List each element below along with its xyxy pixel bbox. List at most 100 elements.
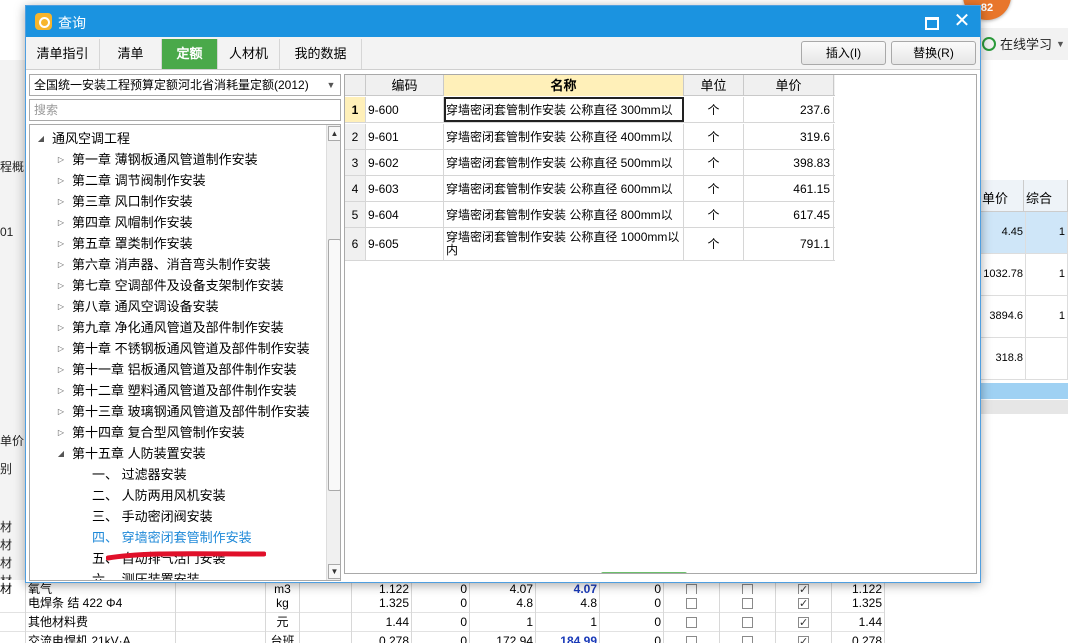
table-row[interactable]: 4 9-603 穿墙密闭套管制作安装 公称直径 600mm以内 个 461.15: [345, 176, 835, 202]
checkbox[interactable]: [798, 595, 809, 613]
tree-item-chapter[interactable]: ▷ 第九章 净化通风管道及部件制作安装: [30, 317, 326, 338]
checkbox[interactable]: [686, 598, 697, 610]
expand-icon[interactable]: ▷: [56, 380, 66, 401]
unit-cell: 台班: [266, 632, 300, 643]
quota-name: 穿墙密闭套管制作安装 公称直径 400mm以内: [444, 124, 684, 149]
tree-item-section[interactable]: 六、 测压装置安装: [30, 569, 326, 580]
tab-bar: 清单指引 清单 定额 人材机 我的数据 插入(I) 替换(R): [26, 37, 980, 70]
quota-name[interactable]: 穿墙密闭套管制作安装 公称直径 300mm以内: [444, 97, 684, 122]
bg-grid-row[interactable]: 1032.78 1: [980, 254, 1068, 296]
tree-item-section[interactable]: 二、 人防两用风机安装: [30, 485, 326, 506]
table-row[interactable]: 电焊条 结 422 Φ4 kg 1.325 0 4.8 4.8 0 1.325: [0, 594, 885, 613]
checkbox[interactable]: [798, 633, 809, 643]
quota-library-select[interactable]: 全国统一安装工程预算定额河北省消耗量定额(2012) ▼: [29, 74, 341, 96]
bg-grid-cell: 4.45: [980, 212, 1026, 253]
expand-icon[interactable]: ▷: [56, 422, 66, 443]
maximize-icon[interactable]: [924, 14, 939, 30]
value-cell: 0: [600, 632, 664, 643]
table-row[interactable]: 1 9-600 穿墙密闭套管制作安装 公称直径 300mm以内 个 237.6: [345, 97, 835, 123]
unit-cell: 元: [266, 613, 300, 632]
bg-grid-row[interactable]: 3894.6 1: [980, 296, 1068, 338]
collapse-icon[interactable]: ◢: [56, 443, 66, 464]
tree-item-chapter[interactable]: ▷ 第四章 风帽制作安装: [30, 212, 326, 233]
tab-bill[interactable]: 清单: [100, 39, 162, 69]
checkbox[interactable]: [686, 636, 697, 643]
expand-icon[interactable]: ▷: [56, 275, 66, 296]
table-row[interactable]: 3 9-602 穿墙密闭套管制作安装 公称直径 500mm以内 个 398.83: [345, 150, 835, 176]
value-cell: 1: [470, 613, 536, 632]
scrollbar-thumb[interactable]: [328, 239, 340, 491]
tree-item-chapter[interactable]: ▷ 第三章 风口制作安装: [30, 191, 326, 212]
checkbox[interactable]: [742, 617, 753, 629]
tree-item-chapter[interactable]: ▷ 第十一章 铝板通风管道及部件制作安装: [30, 359, 326, 380]
tree-item-chapter[interactable]: ▷ 第一章 薄钢板通风管道制作安装: [30, 149, 326, 170]
panel-expand-handle[interactable]: [601, 572, 687, 573]
bg-selection-bar: [980, 383, 1068, 399]
checkbox[interactable]: [686, 617, 697, 629]
expand-icon[interactable]: ▷: [56, 317, 66, 338]
quota-price: 617.45: [744, 202, 834, 227]
tree-item-chapter[interactable]: ▷ 第二章 调节阀制作安装: [30, 170, 326, 191]
tree-item-chapter[interactable]: ▷ 第八章 通风空调设备安装: [30, 296, 326, 317]
tree-item-section-selected[interactable]: 四、 穿墙密闭套管制作安装: [30, 527, 326, 548]
bg-grid-row[interactable]: 318.8: [980, 338, 1068, 380]
background-left-strip: 程概 01 单价 别 材 材 材 材 材 材: [0, 60, 26, 643]
tree-item-chapter[interactable]: ▷ 第十二章 塑料通风管道及部件制作安装: [30, 380, 326, 401]
checkbox[interactable]: [742, 636, 753, 643]
expand-icon[interactable]: ▷: [56, 254, 66, 275]
tree-item-chapter[interactable]: ▷ 第六章 消声器、消音弯头制作安装: [30, 254, 326, 275]
expand-icon[interactable]: ▷: [56, 338, 66, 359]
close-icon[interactable]: ✕: [952, 10, 972, 32]
quota-price: 319.6: [744, 124, 834, 149]
expand-icon[interactable]: ▷: [56, 212, 66, 233]
expand-icon[interactable]: ▷: [56, 149, 66, 170]
table-row[interactable]: 5 9-604 穿墙密闭套管制作安装 公称直径 800mm以内 个 617.45: [345, 202, 835, 228]
tree-item-chapter[interactable]: ◢ 第十五章 人防装置安装: [30, 443, 326, 464]
table-row[interactable]: 6 9-605 穿墙密闭套管制作安装 公称直径 1000mm以内 个 791.1: [345, 228, 835, 261]
tab-bill-guide[interactable]: 清单指引: [26, 39, 100, 69]
expand-icon[interactable]: ▷: [56, 191, 66, 212]
bg-grid-row[interactable]: 4.45 1: [980, 212, 1068, 254]
badge-count: 82: [980, 2, 994, 14]
search-input[interactable]: 搜索: [29, 99, 341, 121]
tree-item-chapter[interactable]: ▷ 第十章 不锈钢板通风管道及部件制作安装: [30, 338, 326, 359]
tab-quota[interactable]: 定额: [162, 39, 218, 69]
tree-item-chapter[interactable]: ▷ 第十四章 复合型风管制作安装: [30, 422, 326, 443]
grid-header-unit[interactable]: 单位: [684, 75, 744, 96]
tree-item-section[interactable]: 三、 手动密闭阀安装: [30, 506, 326, 527]
insert-button[interactable]: 插入(I): [801, 41, 886, 65]
table-row[interactable]: 2 9-601 穿墙密闭套管制作安装 公称直径 400mm以内 个 319.6: [345, 124, 835, 150]
grid-header-code[interactable]: 编码: [366, 75, 444, 96]
value-cell: 1: [536, 613, 600, 632]
checkbox[interactable]: [798, 614, 809, 632]
expand-icon[interactable]: ▷: [56, 401, 66, 422]
expand-icon[interactable]: ▷: [56, 296, 66, 317]
dialog-title-bar[interactable]: 查询 ✕: [26, 6, 980, 37]
expand-icon[interactable]: ▷: [56, 170, 66, 191]
tab-my-data[interactable]: 我的数据: [280, 39, 362, 69]
checkbox[interactable]: [742, 598, 753, 610]
tree-item-section[interactable]: 一、 过滤器安装: [30, 464, 326, 485]
bg-horizontal-scrollbar[interactable]: [980, 400, 1068, 414]
tree-item-chapter[interactable]: ▷ 第十三章 玻璃钢通风管道及部件制作安装: [30, 401, 326, 422]
table-row[interactable]: 交流电焊机 21kV·A 台班 0.278 0 172.94 184.99 0 …: [0, 632, 885, 643]
expand-icon[interactable]: ▷: [56, 359, 66, 380]
grid-header-price[interactable]: 单价: [744, 75, 834, 96]
tree-item-chapter[interactable]: ▷ 第五章 罩类制作安装: [30, 233, 326, 254]
replace-button[interactable]: 替换(R): [891, 41, 976, 65]
grid-header-name[interactable]: 名称: [444, 75, 684, 96]
collapse-icon[interactable]: ◢: [36, 128, 46, 149]
tree-scrollbar[interactable]: ▲ ▼: [326, 125, 340, 580]
tree-item-chapter[interactable]: ▷ 第七章 空调部件及设备支架制作安装: [30, 275, 326, 296]
quota-price: 791.1: [744, 228, 834, 260]
expand-icon[interactable]: ▷: [56, 233, 66, 254]
scroll-up-icon[interactable]: ▲: [328, 126, 340, 141]
scroll-down-icon[interactable]: ▼: [328, 564, 340, 579]
value-cell: 0: [412, 594, 470, 613]
row-number: 1: [345, 97, 366, 122]
tab-labor-material-machine[interactable]: 人材机: [218, 39, 280, 69]
online-learning-link[interactable]: 在线学习 ▼: [982, 34, 1065, 53]
table-row[interactable]: 其他材料费 元 1.44 0 1 1 0 1.44: [0, 613, 885, 632]
tree-item-root[interactable]: ◢ 通风空调工程: [30, 128, 326, 149]
tree-item-label: 第十章 不锈钢板通风管道及部件制作安装: [72, 341, 310, 356]
